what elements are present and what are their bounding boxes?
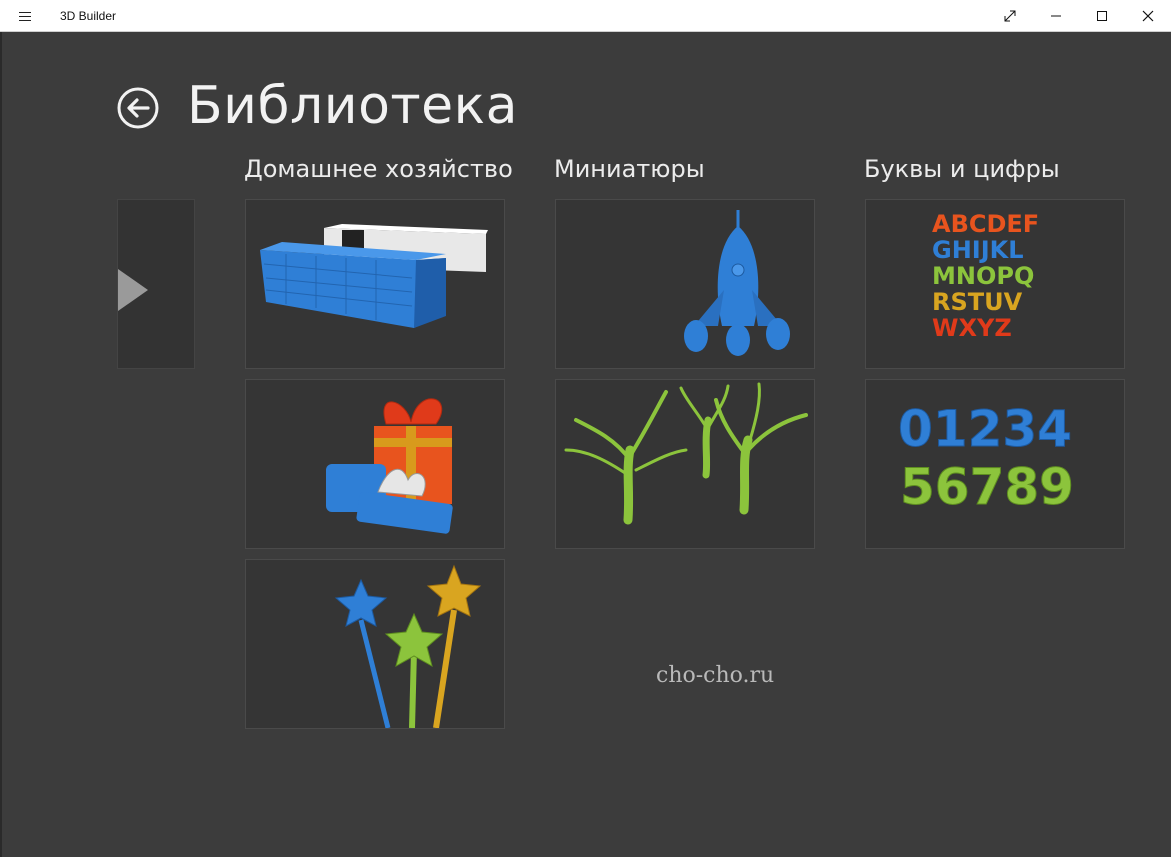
letters-row-3: MNOPQ [932, 262, 1034, 290]
tile-numbers[interactable]: 01234 56789 [865, 379, 1125, 549]
letters-row-2: GHIJKL [932, 236, 1024, 264]
minimize-button[interactable] [1033, 0, 1079, 31]
gift-box-model [326, 398, 453, 534]
fullscreen-button[interactable] [987, 0, 1033, 31]
tile-gift-box[interactable] [245, 379, 505, 549]
tile-letters[interactable]: ABCDEF GHIJKL MNOPQ RSTUV WXYZ [865, 199, 1125, 369]
letters-row-1: ABCDEF [932, 210, 1039, 238]
letters-model: ABCDEF GHIJKL MNOPQ RSTUV WXYZ [932, 210, 1039, 342]
section-title-letters-numbers: Буквы и цифры [864, 155, 1060, 183]
title-bar: 3D Builder [0, 0, 1171, 32]
page-title: Библиотека [187, 76, 518, 136]
hamburger-icon[interactable] [14, 9, 36, 23]
fullscreen-icon [1004, 10, 1016, 22]
watermark-text: cho-cho.ru [656, 663, 775, 688]
tile-star-wands[interactable] [245, 559, 505, 729]
speaker-model [260, 224, 488, 328]
back-arrow-icon [117, 87, 159, 129]
minimize-icon [1051, 15, 1061, 17]
section-title-household: Домашнее хозяйство [244, 155, 513, 183]
rocket-model [684, 210, 790, 356]
maximize-button[interactable] [1079, 0, 1125, 31]
app-title: 3D Builder [60, 9, 117, 23]
scroll-left-button[interactable] [117, 199, 195, 369]
star-wands-model [334, 564, 482, 728]
letters-row-4: RSTUV [932, 288, 1023, 316]
maximize-icon [1097, 11, 1107, 21]
tile-speaker[interactable] [245, 199, 505, 369]
window-edge [0, 32, 2, 857]
tile-rocket[interactable] [555, 199, 815, 369]
triangle-left-icon [118, 269, 148, 311]
back-button[interactable] [117, 87, 159, 129]
numbers-model: 01234 56789 [898, 400, 1075, 517]
trees-model [564, 382, 808, 525]
numbers-row-2: 56789 [900, 458, 1074, 516]
numbers-row-1: 01234 [898, 400, 1072, 458]
letters-row-5: WXYZ [932, 314, 1012, 342]
tile-trees[interactable] [555, 379, 815, 549]
section-title-miniatures: Миниатюры [554, 155, 705, 183]
close-icon [1142, 10, 1154, 22]
close-button[interactable] [1125, 0, 1171, 31]
